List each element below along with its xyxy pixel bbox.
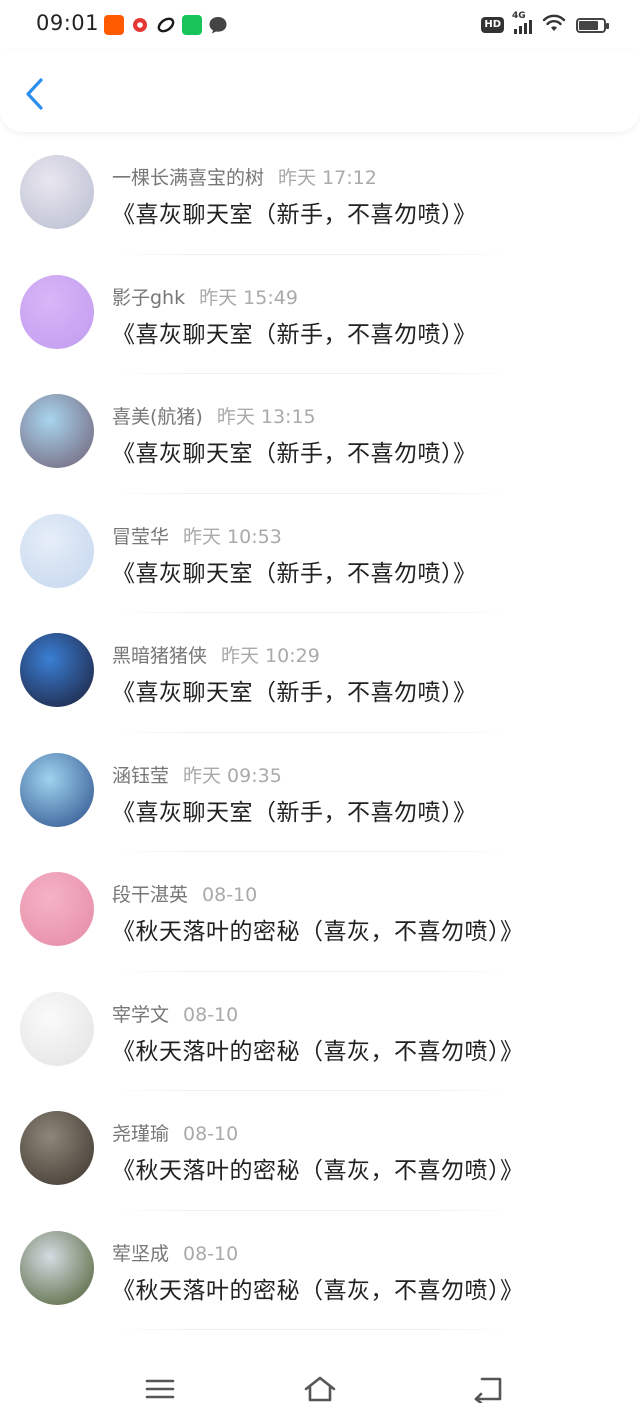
message-meta: 宰学文 08-10 xyxy=(112,1000,238,1027)
avatar[interactable] xyxy=(20,752,94,827)
avatar[interactable] xyxy=(20,513,94,588)
message-time: 昨天 17:12 xyxy=(278,167,377,189)
chevron-left-icon xyxy=(24,77,46,115)
message-time: 昨天 10:29 xyxy=(221,645,320,667)
message-meta: 喜美(航猪) 昨天 13:15 xyxy=(112,402,316,429)
avatar[interactable] xyxy=(20,394,94,468)
taobao-icon xyxy=(104,15,124,35)
message-title[interactable]: 《秋天落叶的密秘（喜灰，不喜勿喷）》 xyxy=(112,1032,524,1066)
message-meta: 黑暗猪猪侠 昨天 10:29 xyxy=(112,641,320,668)
message-time: 08-10 xyxy=(202,884,258,906)
message-time: 昨天 09:35 xyxy=(183,764,282,787)
red-app-icon xyxy=(130,15,150,35)
message-meta: 段干湛英 08-10 xyxy=(112,880,257,907)
message-meta: 尧瑾瑜 08-10 xyxy=(112,1119,238,1146)
message-title[interactable]: 《喜灰聊天室（新手，不喜勿喷）》 xyxy=(112,554,477,588)
message-item[interactable]: 涵钰莹 昨天 09:35 《喜灰聊天室（新手，不喜勿喷）》 xyxy=(0,733,640,852)
author-name[interactable]: 冒莹华 xyxy=(112,526,169,548)
chat-bubble-icon xyxy=(208,15,228,35)
network-type-label: 4G xyxy=(512,11,526,21)
message-list: 一棵长满喜宝的树 昨天 17:12 《喜灰聊天室（新手，不喜勿喷）》 影子ghk 昨天 … xyxy=(0,135,640,1330)
battery-icon xyxy=(576,17,609,33)
message-item[interactable]: 冒莹华 昨天 10:53 《喜灰聊天室（新手，不喜勿喷）》 xyxy=(0,494,640,613)
message-title[interactable]: 《喜灰聊天室（新手，不喜勿喷）》 xyxy=(112,673,477,707)
author-name[interactable]: 段干湛英 xyxy=(112,884,188,906)
message-title[interactable]: 《喜灰聊天室（新手，不喜勿喷）》 xyxy=(112,315,477,349)
back-return-icon xyxy=(472,1375,504,1407)
message-time: 昨天 13:15 xyxy=(216,406,316,428)
message-item[interactable]: 影子ghk 昨天 15:49 《喜灰聊天室（新手，不喜勿喷）》 xyxy=(0,255,640,374)
status-indicators: HD 4G xyxy=(481,11,609,36)
link-app-icon xyxy=(156,15,176,35)
message-item[interactable]: 宰学文 08-10 《秋天落叶的密秘（喜灰，不喜勿喷）》 xyxy=(0,972,640,1091)
author-name[interactable]: 影子ghk xyxy=(112,287,185,309)
message-item[interactable]: 荤坚成 08-10 《秋天落叶的密秘（喜灰，不喜勿喷）》 xyxy=(0,1211,640,1330)
message-meta: 一棵长满喜宝的树 昨天 17:12 xyxy=(112,163,377,190)
message-item[interactable]: 黑暗猪猪侠 昨天 10:29 《喜灰聊天室（新手，不喜勿喷）》 xyxy=(0,613,640,733)
avatar[interactable] xyxy=(20,274,94,349)
status-app-icons xyxy=(104,15,228,35)
message-meta: 影子ghk 昨天 15:49 xyxy=(112,283,298,310)
message-title[interactable]: 《喜灰聊天室（新手，不喜勿喷）》 xyxy=(112,793,477,827)
avatar[interactable] xyxy=(20,1111,94,1185)
message-meta: 涵钰莹 昨天 09:35 xyxy=(112,761,282,788)
avatar[interactable] xyxy=(20,633,94,707)
message-time: 08-10 xyxy=(183,1242,239,1265)
message-time: 08-10 xyxy=(183,1123,239,1145)
avatar[interactable] xyxy=(20,155,94,229)
home-icon xyxy=(302,1375,338,1407)
author-name[interactable]: 黑暗猪猪侠 xyxy=(112,645,207,667)
message-meta: 荤坚成 08-10 xyxy=(112,1239,238,1266)
message-item[interactable]: 段干湛英 08-10 《秋天落叶的密秘（喜灰，不喜勿喷）》 xyxy=(0,852,640,972)
author-name[interactable]: 喜美(航猪) xyxy=(112,406,203,428)
author-name[interactable]: 宰学文 xyxy=(112,1004,169,1026)
system-nav-bar xyxy=(0,1355,640,1427)
message-meta: 冒莹华 昨天 10:53 xyxy=(112,522,282,549)
message-item[interactable]: 尧瑾瑜 08-10 《秋天落叶的密秘（喜灰，不喜勿喷）》 xyxy=(0,1091,640,1211)
message-time: 昨天 10:53 xyxy=(183,525,282,548)
iqiyi-icon xyxy=(182,15,202,35)
message-title[interactable]: 《秋天落叶的密秘（喜灰，不喜勿喷）》 xyxy=(112,1151,524,1185)
cellular-signal-icon: 4G xyxy=(512,11,532,34)
message-time: 昨天 15:49 xyxy=(199,286,298,309)
avatar[interactable] xyxy=(20,991,94,1066)
avatar[interactable] xyxy=(20,1230,94,1305)
avatar[interactable] xyxy=(20,872,94,946)
top-nav-header xyxy=(0,50,640,132)
home-button[interactable] xyxy=(300,1373,340,1409)
author-name[interactable]: 涵钰莹 xyxy=(112,765,169,787)
back-nav-button[interactable] xyxy=(468,1373,508,1409)
author-name[interactable]: 尧瑾瑜 xyxy=(112,1123,169,1145)
back-button[interactable] xyxy=(18,76,52,116)
status-time: 09:01 xyxy=(36,11,100,35)
author-name[interactable]: 荤坚成 xyxy=(112,1243,169,1265)
wifi-icon xyxy=(542,14,566,36)
message-title[interactable]: 《喜灰聊天室（新手，不喜勿喷）》 xyxy=(112,434,477,468)
divider xyxy=(112,1329,512,1330)
message-item[interactable]: 一棵长满喜宝的树 昨天 17:12 《喜灰聊天室（新手，不喜勿喷）》 xyxy=(0,135,640,255)
message-item[interactable]: 喜美(航猪) 昨天 13:15 《喜灰聊天室（新手，不喜勿喷）》 xyxy=(0,374,640,494)
menu-icon xyxy=(145,1377,175,1405)
menu-button[interactable] xyxy=(140,1373,180,1409)
author-name[interactable]: 一棵长满喜宝的树 xyxy=(112,167,264,189)
hd-badge: HD xyxy=(481,17,504,33)
message-title[interactable]: 《喜灰聊天室（新手，不喜勿喷）》 xyxy=(112,195,477,229)
message-title[interactable]: 《秋天落叶的密秘（喜灰，不喜勿喷）》 xyxy=(112,912,524,946)
status-bar: 09:01 HD 4G xyxy=(0,0,640,50)
message-time: 08-10 xyxy=(183,1003,239,1026)
message-title[interactable]: 《秋天落叶的密秘（喜灰，不喜勿喷）》 xyxy=(112,1271,524,1305)
